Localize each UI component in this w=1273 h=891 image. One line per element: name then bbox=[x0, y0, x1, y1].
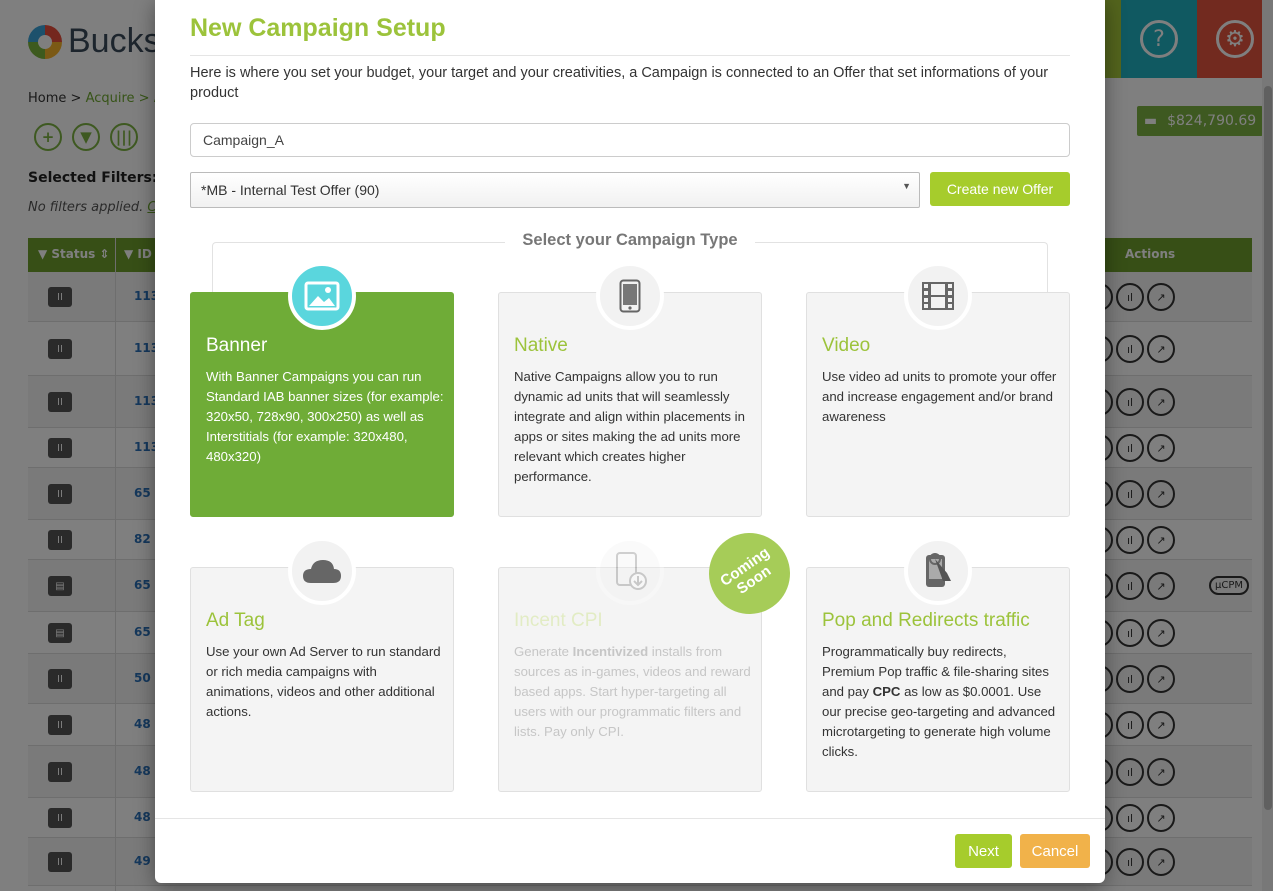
mobile-touch-icon bbox=[904, 537, 972, 605]
mobile-icon bbox=[596, 262, 664, 330]
image-icon bbox=[288, 262, 356, 330]
campaign-type-description: Use video ad units to promote your offer… bbox=[822, 369, 1057, 424]
incentivized-emphasis: Incentivized bbox=[572, 644, 649, 659]
next-button[interactable]: Next bbox=[955, 834, 1012, 868]
dropdown-arrow-icon: ▼ bbox=[902, 181, 911, 191]
title-divider bbox=[190, 55, 1070, 56]
film-icon bbox=[904, 262, 972, 330]
campaign-type-description: Programmatically buy redirects, Premium … bbox=[822, 644, 1056, 759]
cloud-icon bbox=[288, 537, 356, 605]
campaign-type-video[interactable]: Video Use video ad units to promote your… bbox=[806, 262, 1070, 517]
campaign-type-title: Ad Tag bbox=[206, 610, 265, 631]
modal-title: New Campaign Setup bbox=[190, 14, 446, 42]
campaign-type-description: Generate Incentivized installs from sour… bbox=[514, 644, 751, 739]
cpc-emphasis: CPC bbox=[872, 684, 901, 699]
campaign-type-title: Pop and Redirects traffic bbox=[822, 610, 1030, 631]
offer-select-value: *MB - Internal Test Offer (90) bbox=[201, 182, 380, 198]
footer-divider bbox=[155, 818, 1105, 819]
campaign-type-native[interactable]: Native Native Campaigns allow you to run… bbox=[498, 262, 762, 517]
campaign-type-description: With Banner Campaigns you can run Standa… bbox=[206, 369, 444, 464]
campaign-type-title: Banner bbox=[206, 335, 268, 356]
new-campaign-modal: New Campaign Setup Here is where you set… bbox=[155, 0, 1105, 883]
campaign-type-description: Use your own Ad Server to run standard o… bbox=[206, 644, 441, 719]
cancel-button[interactable]: Cancel bbox=[1020, 834, 1090, 868]
campaign-name-input[interactable] bbox=[190, 123, 1070, 157]
campaign-type-description: Native Campaigns allow you to run dynami… bbox=[514, 369, 745, 484]
campaign-type-title: Native bbox=[514, 335, 568, 356]
campaign-type-heading: Select your Campaign Type bbox=[505, 231, 755, 250]
campaign-type-banner[interactable]: Banner With Banner Campaigns you can run… bbox=[190, 262, 454, 517]
campaign-type-pop-redirects[interactable]: Pop and Redirects traffic Programmatical… bbox=[806, 537, 1070, 792]
campaign-type-title: Video bbox=[822, 335, 871, 356]
modal-intro-text: Here is where you set your budget, your … bbox=[190, 65, 1049, 101]
create-offer-button[interactable]: Create new Offer bbox=[930, 172, 1070, 206]
campaign-type-title: Incent CPI bbox=[514, 610, 603, 631]
campaign-type-adtag[interactable]: Ad Tag Use your own Ad Server to run sta… bbox=[190, 537, 454, 792]
mobile-download-icon bbox=[596, 537, 664, 605]
offer-select[interactable]: *MB - Internal Test Offer (90) ▼ bbox=[190, 172, 920, 208]
